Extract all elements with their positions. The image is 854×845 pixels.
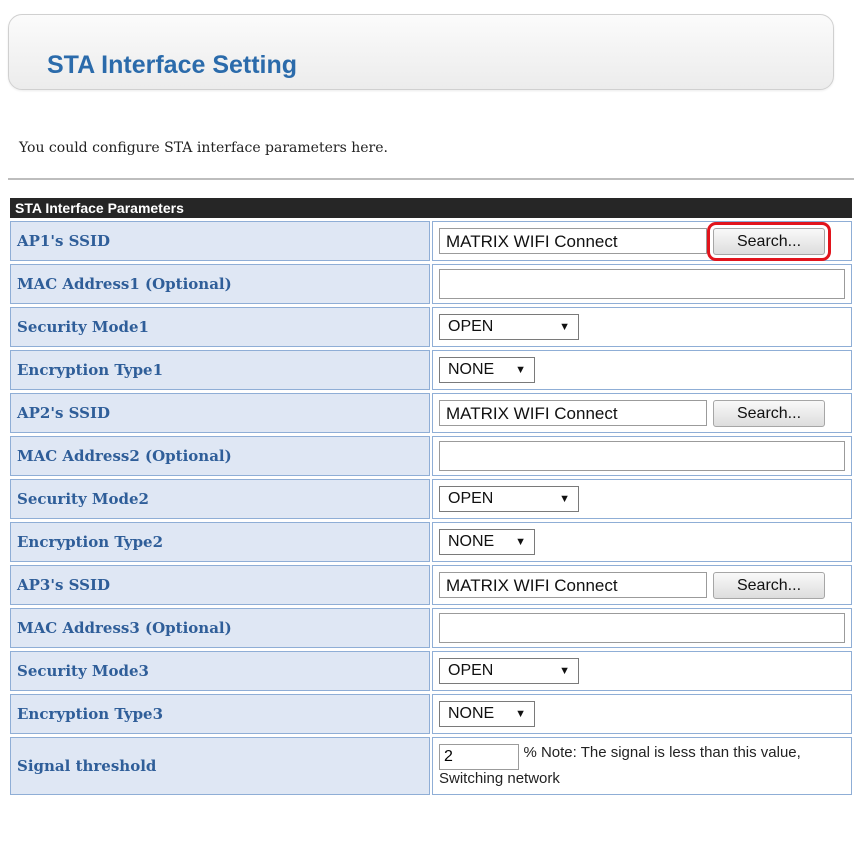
sta-parameters-table: STA Interface Parameters AP1's SSID MATR… xyxy=(8,195,854,798)
ap3-security-cell: OPEN ▼ xyxy=(432,651,852,691)
ap2-security-select[interactable]: OPEN ▼ xyxy=(439,486,579,512)
ap1-security-value: OPEN xyxy=(448,318,494,335)
ap3-ssid-cell: MATRIX WIFI Connect Search... xyxy=(432,565,852,605)
ap1-mac-input[interactable] xyxy=(439,269,845,299)
ap3-encryption-value: NONE xyxy=(448,705,495,722)
divider xyxy=(8,178,854,180)
table-row: MAC Address2 (Optional) xyxy=(10,436,852,476)
ap3-ssid-input[interactable]: MATRIX WIFI Connect xyxy=(439,572,707,598)
ap2-mac-label: MAC Address2 (Optional) xyxy=(10,436,430,476)
ap3-security-select[interactable]: OPEN ▼ xyxy=(439,658,579,684)
table-row: Security Mode1 OPEN ▼ xyxy=(10,307,852,347)
table-header: STA Interface Parameters xyxy=(10,198,852,218)
intro-text: You could configure STA interface parame… xyxy=(19,140,388,156)
ap2-encryption-cell: NONE ▼ xyxy=(432,522,852,562)
table-header-row: STA Interface Parameters xyxy=(10,198,852,218)
table-row: Signal threshold 2 % Note: The signal is… xyxy=(10,737,852,795)
ap2-security-value: OPEN xyxy=(448,490,494,507)
ap2-security-label: Security Mode2 xyxy=(10,479,430,519)
ap2-ssid-input[interactable]: MATRIX WIFI Connect xyxy=(439,400,707,426)
ap2-encryption-select[interactable]: NONE ▼ xyxy=(439,529,535,555)
table-row: Encryption Type3 NONE ▼ xyxy=(10,694,852,734)
ap3-security-label: Security Mode3 xyxy=(10,651,430,691)
chevron-down-icon: ▼ xyxy=(515,708,526,720)
ap3-encryption-select[interactable]: NONE ▼ xyxy=(439,701,535,727)
ap1-encryption-label: Encryption Type1 xyxy=(10,350,430,390)
signal-threshold-cell: 2 % Note: The signal is less than this v… xyxy=(432,737,852,795)
chevron-down-icon: ▼ xyxy=(559,493,570,505)
ap3-ssid-label: AP3's SSID xyxy=(10,565,430,605)
ap1-ssid-label: AP1's SSID xyxy=(10,221,430,261)
table-row: Encryption Type2 NONE ▼ xyxy=(10,522,852,562)
ap3-search-button[interactable]: Search... xyxy=(713,571,825,599)
ap1-ssid-cell: MATRIX WIFI Connect Search... xyxy=(432,221,852,261)
ap2-ssid-label: AP2's SSID xyxy=(10,393,430,433)
table-row: MAC Address1 (Optional) xyxy=(10,264,852,304)
ap2-encryption-label: Encryption Type2 xyxy=(10,522,430,562)
ap1-ssid-input[interactable]: MATRIX WIFI Connect xyxy=(439,228,707,254)
ap1-encryption-value: NONE xyxy=(448,361,495,378)
ap2-security-cell: OPEN ▼ xyxy=(432,479,852,519)
chevron-down-icon: ▼ xyxy=(559,321,570,333)
ap3-security-value: OPEN xyxy=(448,662,494,679)
ap1-search-button[interactable]: Search... xyxy=(707,221,831,261)
table-row: Encryption Type1 NONE ▼ xyxy=(10,350,852,390)
ap1-security-label: Security Mode1 xyxy=(10,307,430,347)
signal-threshold-input[interactable]: 2 xyxy=(439,744,519,770)
ap1-mac-label: MAC Address1 (Optional) xyxy=(10,264,430,304)
ap3-encryption-label: Encryption Type3 xyxy=(10,694,430,734)
chevron-down-icon: ▼ xyxy=(515,536,526,548)
ap1-encryption-select[interactable]: NONE ▼ xyxy=(439,357,535,383)
ap1-security-select[interactable]: OPEN ▼ xyxy=(439,314,579,340)
signal-threshold-label: Signal threshold xyxy=(10,737,430,795)
page-header: STA Interface Setting xyxy=(8,14,834,90)
ap1-mac-cell xyxy=(432,264,852,304)
ap2-encryption-value: NONE xyxy=(448,533,495,550)
ap3-encryption-cell: NONE ▼ xyxy=(432,694,852,734)
chevron-down-icon: ▼ xyxy=(559,665,570,677)
page-title: STA Interface Setting xyxy=(47,51,298,79)
table-row: Security Mode3 OPEN ▼ xyxy=(10,651,852,691)
ap2-search-button[interactable]: Search... xyxy=(713,399,825,427)
chevron-down-icon: ▼ xyxy=(515,364,526,376)
ap2-mac-cell xyxy=(432,436,852,476)
ap3-mac-cell xyxy=(432,608,852,648)
table-row: AP1's SSID MATRIX WIFI Connect Search... xyxy=(10,221,852,261)
table-row: AP2's SSID MATRIX WIFI Connect Search... xyxy=(10,393,852,433)
ap1-security-cell: OPEN ▼ xyxy=(432,307,852,347)
ap2-ssid-cell: MATRIX WIFI Connect Search... xyxy=(432,393,852,433)
ap3-mac-label: MAC Address3 (Optional) xyxy=(10,608,430,648)
ap2-mac-input[interactable] xyxy=(439,441,845,471)
table-row: AP3's SSID MATRIX WIFI Connect Search... xyxy=(10,565,852,605)
ap3-mac-input[interactable] xyxy=(439,613,845,643)
ap1-encryption-cell: NONE ▼ xyxy=(432,350,852,390)
table-row: MAC Address3 (Optional) xyxy=(10,608,852,648)
table-row: Security Mode2 OPEN ▼ xyxy=(10,479,852,519)
